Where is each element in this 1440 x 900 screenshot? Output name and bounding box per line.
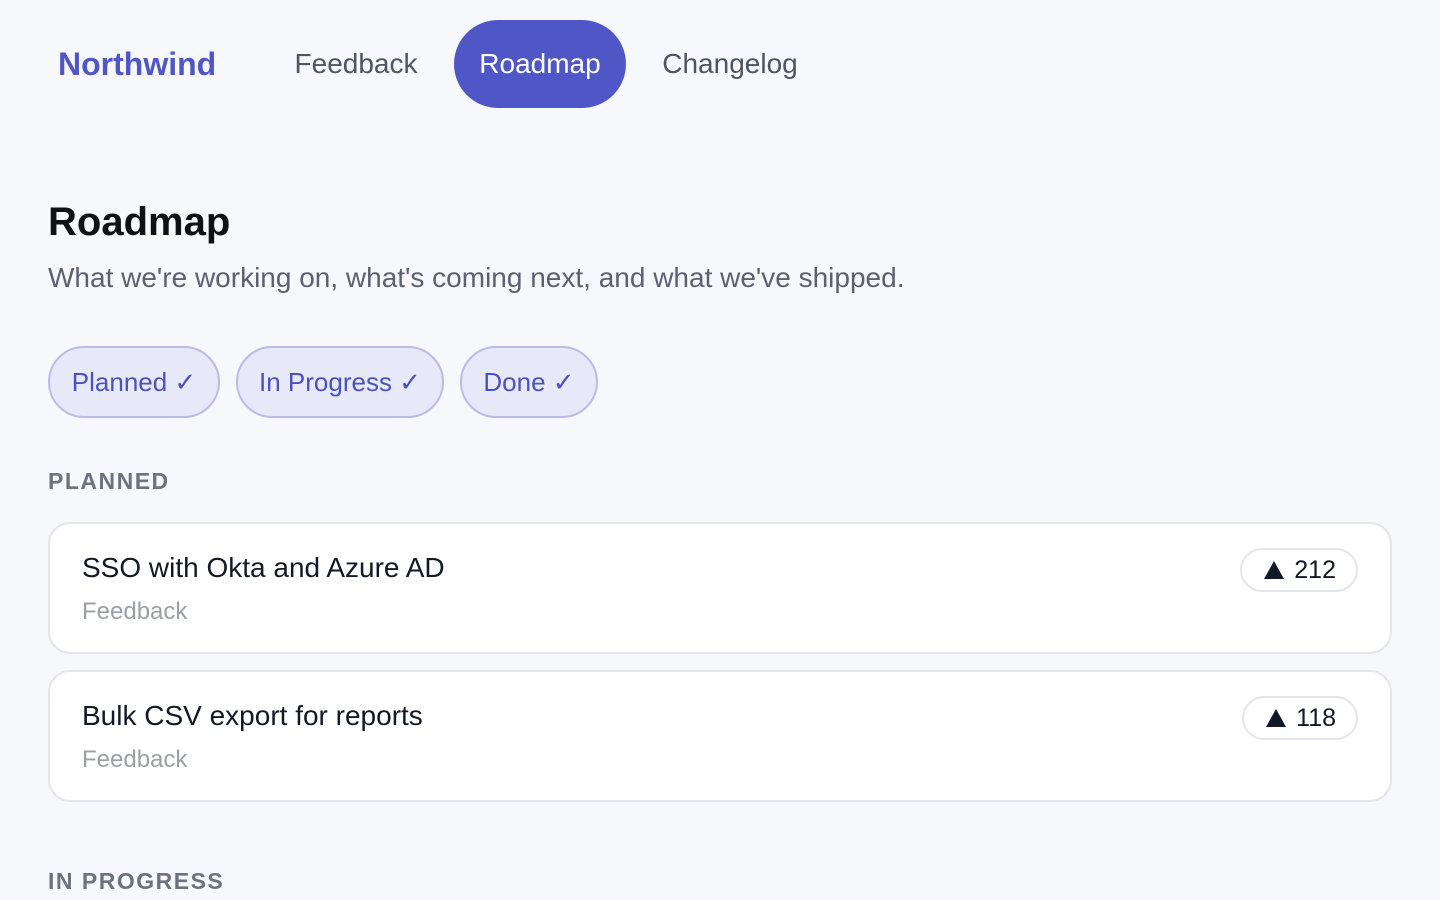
filter-chip-planned[interactable]: Planned ✓ (48, 346, 220, 418)
section-heading-planned: PLANNED (48, 468, 170, 494)
card-title: Bulk CSV export for reports (82, 700, 423, 731)
page-subtitle: What we're working on, what's coming nex… (48, 262, 905, 293)
filter-chip-in-progress[interactable]: In Progress ✓ (236, 346, 444, 418)
tab-roadmap[interactable]: Roadmap (454, 20, 626, 108)
roadmap-card[interactable]: SSO with Okta and Azure AD Feedback 212 (48, 522, 1392, 654)
page-title: Roadmap (48, 200, 231, 244)
vote-count: 118 (1296, 704, 1336, 732)
triangle-up-icon (1264, 561, 1285, 579)
card-source: Feedback (82, 598, 188, 625)
roadmap-card[interactable]: Bulk CSV export for reports Feedback 118 (48, 670, 1392, 802)
upvote-button[interactable]: 212 (1240, 548, 1358, 592)
top-navigation: Northwind Feedback Roadmap Changelog (0, 0, 1440, 128)
card-title: SSO with Okta and Azure AD (82, 552, 445, 583)
triangle-up-icon (1266, 709, 1287, 727)
card-source: Feedback (82, 746, 188, 773)
upvote-button[interactable]: 118 (1242, 696, 1358, 740)
vote-count: 212 (1294, 556, 1336, 584)
brand-logo[interactable]: Northwind (58, 44, 216, 84)
tab-changelog[interactable]: Changelog (638, 20, 822, 108)
tab-feedback[interactable]: Feedback (270, 20, 442, 108)
filter-chip-done[interactable]: Done ✓ (460, 346, 598, 418)
section-heading-in-progress: IN PROGRESS (48, 868, 225, 894)
